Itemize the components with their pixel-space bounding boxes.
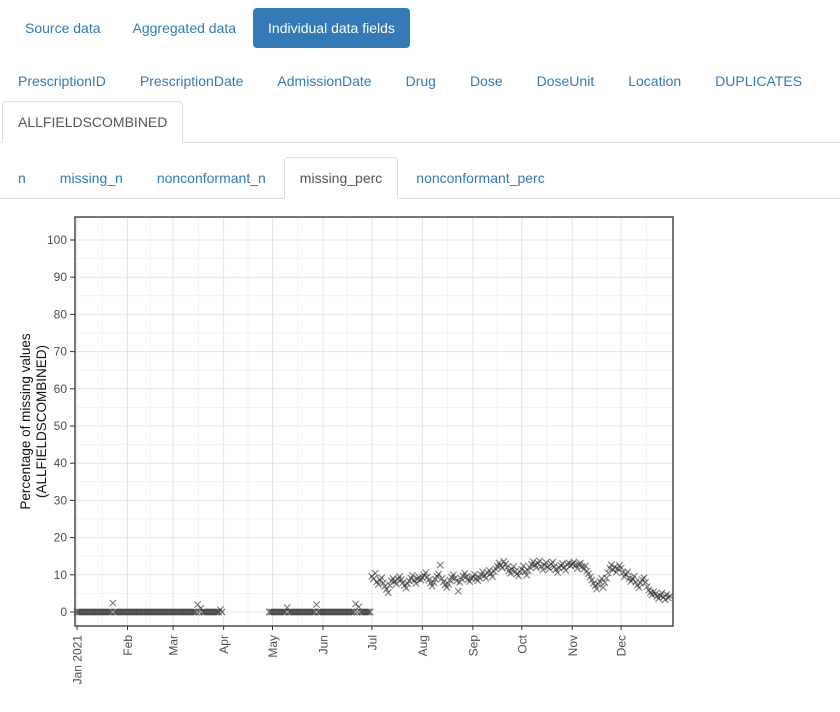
svg-text:Nov: Nov: [566, 635, 580, 656]
missing-perc-chart: 0 10 20 30 40 50 60 70 80 90 100 Jan 2021 Feb Mar Apr M…: [0, 209, 840, 701]
svg-text:Jul: Jul: [365, 635, 379, 650]
svg-text:20: 20: [54, 531, 68, 545]
svg-text:May: May: [266, 635, 280, 658]
svg-text:Jan 2021: Jan 2021: [71, 635, 85, 685]
x-axis-labels: Jan 2021 Feb Mar Apr May Jun Jul Aug Sep Oct Nov De…: [71, 634, 629, 684]
svg-text:10: 10: [54, 568, 68, 582]
tab-prescriptionid[interactable]: PrescriptionID: [2, 60, 122, 102]
tab-dose[interactable]: Dose: [454, 60, 519, 102]
tab-missing-n[interactable]: missing_n: [44, 157, 139, 199]
svg-text:Aug: Aug: [416, 635, 430, 656]
svg-text:Feb: Feb: [121, 635, 135, 656]
y-axis-title: Percentage of missing values(ALLFIELDSCO…: [18, 333, 49, 510]
svg-text:40: 40: [54, 456, 68, 470]
svg-text:Sep: Sep: [466, 635, 480, 657]
tab-missing-perc[interactable]: missing_perc: [284, 157, 398, 199]
pill-source-data[interactable]: Source data: [10, 8, 116, 48]
svg-text:80: 80: [54, 307, 68, 321]
svg-text:Jun: Jun: [316, 635, 330, 654]
tab-allfieldscombined[interactable]: ALLFIELDSCOMBINED: [2, 101, 183, 143]
svg-text:Dec: Dec: [615, 635, 629, 656]
svg-text:90: 90: [54, 270, 68, 284]
tab-doseunit[interactable]: DoseUnit: [521, 60, 611, 102]
tab-prescriptiondate[interactable]: PrescriptionDate: [124, 60, 260, 102]
tab-nonconformant-perc[interactable]: nonconformant_perc: [400, 157, 560, 199]
pill-aggregated-data[interactable]: Aggregated data: [118, 8, 252, 48]
svg-text:Mar: Mar: [167, 635, 181, 656]
tab-n[interactable]: n: [2, 157, 42, 199]
data-field-nav: PrescriptionIDPrescriptionDateAdmissionD…: [0, 60, 840, 143]
statistic-nav: nmissing_nnonconformant_nmissing_percnon…: [0, 157, 840, 199]
pill-individual-data-fields[interactable]: Individual data fields: [253, 8, 410, 48]
tab-admissiondate[interactable]: AdmissionDate: [261, 60, 387, 102]
svg-text:0: 0: [60, 605, 67, 619]
svg-text:Percentage of missing values: Percentage of missing values: [18, 333, 33, 510]
svg-text:Oct: Oct: [515, 634, 529, 653]
tab-location[interactable]: Location: [612, 60, 697, 102]
svg-text:50: 50: [54, 419, 68, 433]
missing-perc-scatter-plot: 0 10 20 30 40 50 60 70 80 90 100 Jan 2021 Feb Mar Apr M…: [0, 209, 700, 701]
report-level-nav: Source dataAggregated dataIndividual dat…: [10, 8, 840, 48]
svg-text:70: 70: [54, 345, 68, 359]
tab-nonconformant-n[interactable]: nonconformant_n: [141, 157, 282, 199]
svg-text:100: 100: [47, 233, 67, 247]
svg-text:(ALLFIELDSCOMBINED): (ALLFIELDSCOMBINED): [34, 345, 49, 498]
svg-text:30: 30: [54, 493, 68, 507]
svg-text:60: 60: [54, 382, 68, 396]
y-axis-labels: 0 10 20 30 40 50 60 70 80 90 100: [47, 233, 67, 619]
tab-duplicates[interactable]: DUPLICATES: [699, 60, 818, 102]
tab-drug[interactable]: Drug: [390, 60, 452, 102]
svg-text:Apr: Apr: [217, 635, 231, 654]
